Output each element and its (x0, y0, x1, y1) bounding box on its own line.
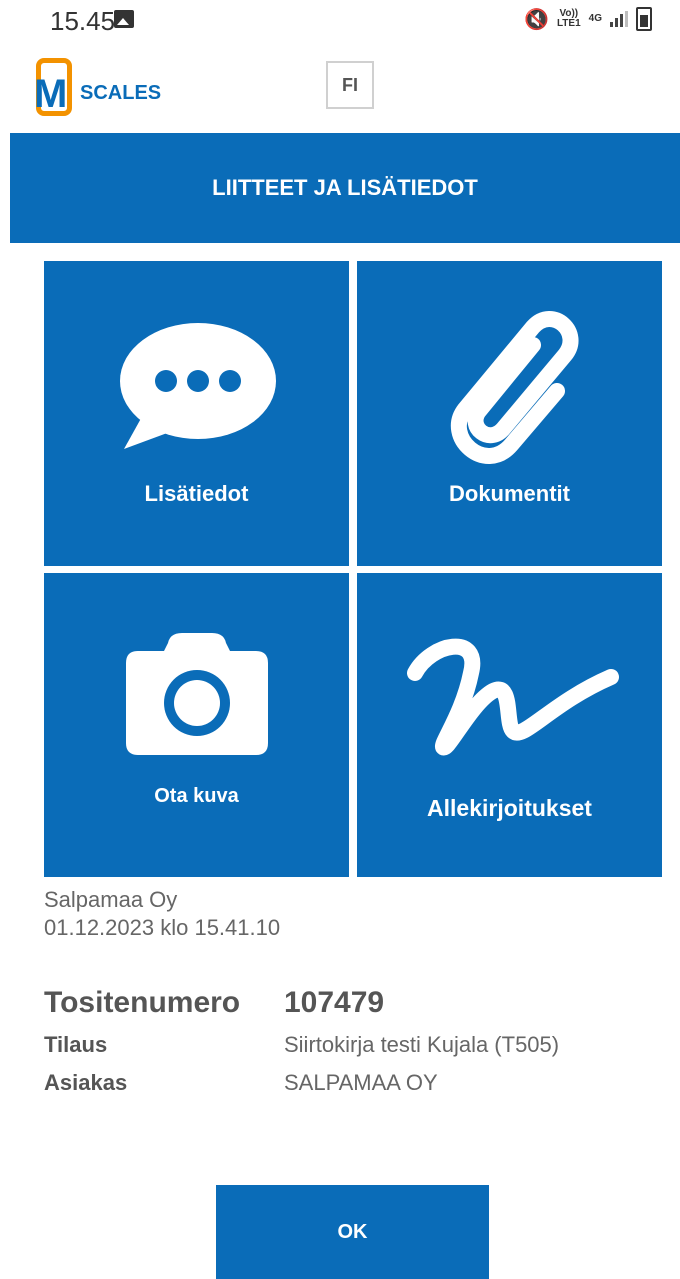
lte-label: LTE1 (556, 18, 581, 29)
detail-row-receipt: Tositenumero 107479 (44, 986, 664, 1020)
tile-additional-info-label: Lisätiedot (144, 481, 249, 506)
customer-label: Asiakas (44, 1070, 128, 1095)
logo-text: SCALES (80, 82, 162, 104)
status-time: 15.45 (50, 6, 116, 36)
status-icons: 🔇 Vo)) LTE1 4G (524, 6, 652, 32)
battery-icon (636, 7, 652, 31)
mute-icon: 🔇 (524, 8, 549, 31)
speech-bubble-icon (120, 323, 276, 449)
paperclip-icon (450, 311, 579, 464)
order-value: Siirtokirja testi Kujala (T505) (284, 1032, 560, 1057)
tile-additional-info[interactable]: Lisätiedot (44, 261, 349, 566)
page-title: LIITTEET JA LISÄTIEDOT (10, 133, 680, 243)
customer-value: SALPAMAA OY (284, 1070, 438, 1095)
signal-icon (610, 11, 628, 27)
network-gen-label: 4G (588, 13, 602, 24)
order-label: Tilaus (44, 1032, 108, 1057)
receipt-value: 107479 (284, 986, 385, 1019)
signature-icon (407, 638, 619, 756)
receipt-label: Tositenumero (44, 986, 241, 1019)
timestamp: 01.12.2023 klo 15.41.10 (44, 915, 281, 940)
tile-documents[interactable]: Dokumentit (357, 261, 662, 566)
tile-signatures[interactable]: Allekirjoitukset (357, 573, 662, 877)
detail-row-order: Tilaus Siirtokirja testi Kujala (T505) (44, 1032, 664, 1058)
ok-button[interactable]: OK (216, 1185, 489, 1279)
tile-signatures-label: Allekirjoitukset (427, 795, 592, 821)
app-logo: M SCALES (34, 58, 176, 120)
details-table: Tositenumero 107479 Tilaus Siirtokirja t… (44, 986, 664, 1108)
company-name: Salpamaa Oy (44, 887, 178, 912)
tile-take-photo[interactable]: Ota kuva (44, 573, 349, 877)
image-notification-icon (114, 10, 134, 28)
tile-documents-label: Dokumentit (449, 481, 570, 506)
camera-icon (126, 633, 268, 755)
tile-take-photo-label: Ota kuva (154, 785, 239, 807)
logo-m-mark: M (34, 72, 68, 116)
language-button[interactable]: FI (326, 61, 374, 109)
info-block: Salpamaa Oy 01.12.2023 klo 15.41.10 (44, 886, 280, 942)
status-bar: 15.45 🔇 Vo)) LTE1 4G (0, 0, 680, 40)
volte-indicator: Vo)) LTE1 (557, 9, 581, 29)
detail-row-customer: Asiakas SALPAMAA OY (44, 1070, 664, 1096)
